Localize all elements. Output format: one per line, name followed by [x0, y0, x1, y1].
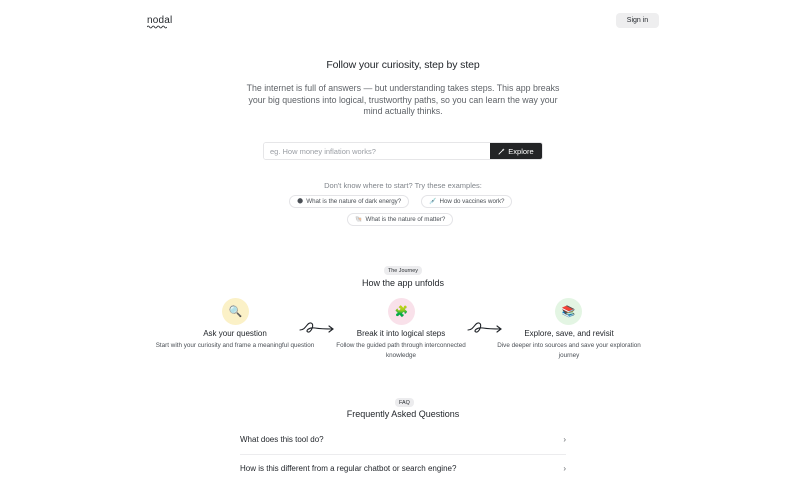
hero-subtitle: The internet is full of answers — but un… — [246, 83, 560, 116]
search-bar: Explore — [263, 142, 543, 160]
example-chip-dark-energy[interactable]: 🌑 What is the nature of dark energy? — [289, 195, 410, 208]
example-chip-matter[interactable]: 🐚 What is the nature of matter? — [347, 213, 454, 226]
magic-wand-icon — [498, 147, 505, 155]
step-title-break: Break it into logical steps — [356, 329, 446, 338]
journey-title: How the app unfolds — [361, 278, 445, 288]
header: nodal Sign in — [0, 0, 806, 40]
books-icon: 📚 — [555, 298, 582, 325]
step-desc-ask: Start with your curiosity and frame a me… — [155, 342, 315, 349]
explore-button[interactable]: Explore — [490, 143, 542, 159]
magnifier-icon: 🔍 — [222, 298, 249, 325]
faq-question: How is this different from a regular cha… — [240, 464, 457, 473]
chevron-right-icon: › — [563, 435, 566, 444]
shell-icon: 🐚 — [355, 217, 363, 223]
examples-title: Don't know where to start? Try these exa… — [324, 181, 482, 190]
chevron-right-icon: › — [563, 464, 566, 473]
puzzle-icon: 🧩 — [388, 298, 415, 325]
step-desc-break: Follow the guided path through interconn… — [336, 342, 466, 359]
example-chip-label: How do vaccines work? — [439, 198, 505, 205]
example-chip-label: What is the nature of matter? — [365, 216, 446, 223]
faq-item[interactable]: What does this tool do? › — [240, 425, 566, 454]
step-title-explore: Explore, save, and revisit — [524, 329, 614, 338]
moon-icon: 🌑 — [297, 199, 304, 205]
logo-squiggle-icon — [147, 25, 167, 29]
search-input[interactable] — [264, 143, 490, 159]
faq-badge: FAQ — [395, 398, 414, 407]
faq-title: Frequently Asked Questions — [346, 409, 460, 419]
faq-item[interactable]: How is this different from a regular cha… — [240, 454, 566, 480]
journey-badge: The Journey — [384, 266, 422, 275]
sign-in-button[interactable]: Sign in — [616, 13, 659, 28]
example-chip-vaccines[interactable]: 💉 How do vaccines work? — [421, 195, 513, 208]
example-chip-label: What is the nature of dark energy? — [306, 198, 402, 205]
step-desc-explore: Dive deeper into sources and save your e… — [497, 342, 641, 359]
step-title-ask: Ask your question — [203, 329, 267, 338]
syringe-icon: 💉 — [429, 199, 437, 205]
hero-title: Follow your curiosity, step by step — [326, 59, 480, 71]
faq-question: What does this tool do? — [240, 435, 324, 444]
explore-button-label: Explore — [508, 146, 534, 156]
